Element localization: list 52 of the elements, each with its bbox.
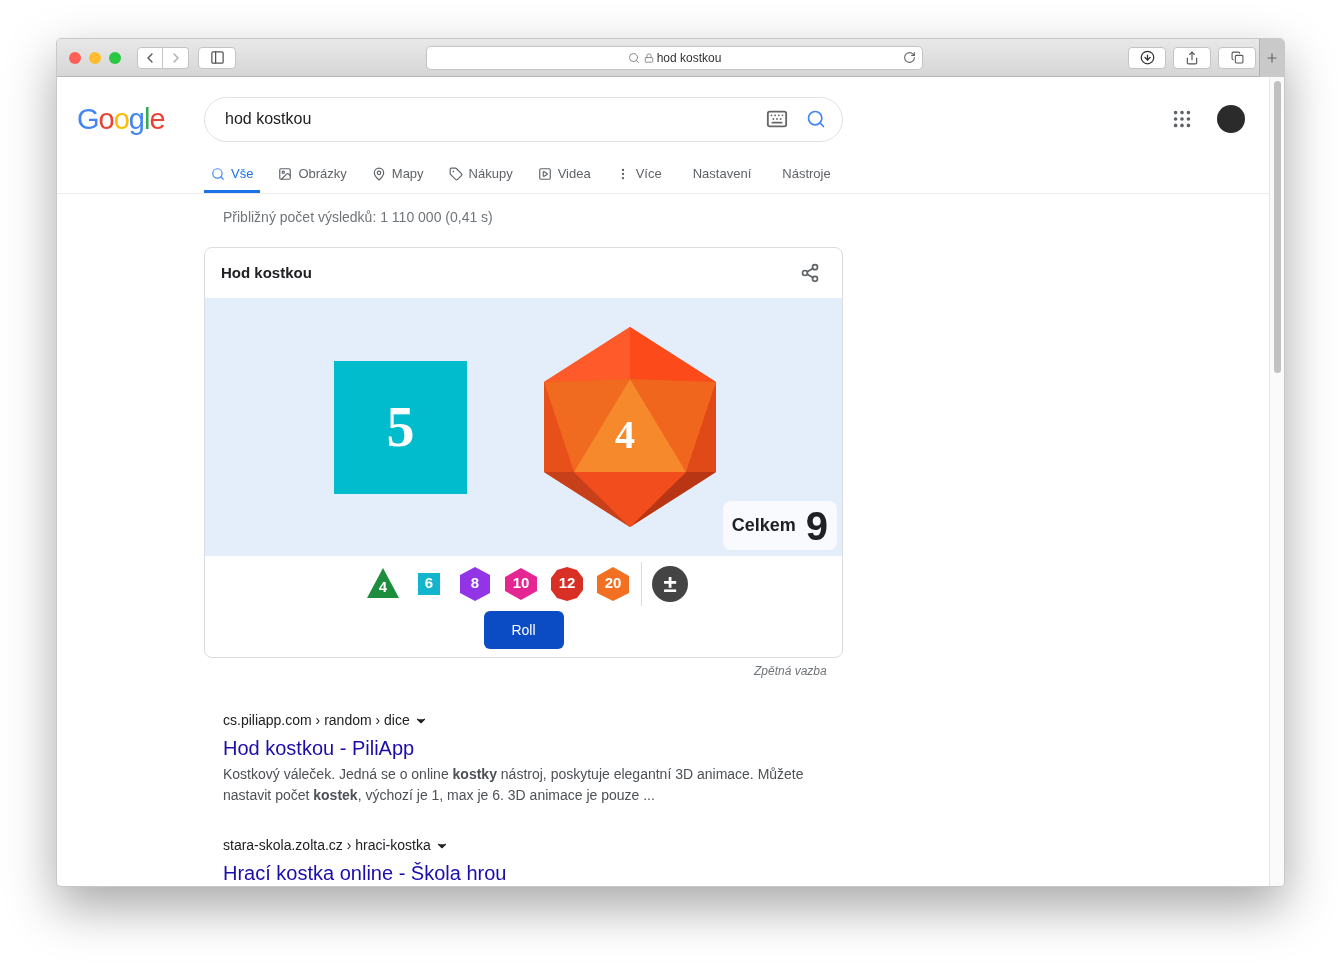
search-icon: [627, 51, 640, 64]
map-pin-icon: [371, 166, 386, 181]
tabs-icon: [1230, 51, 1244, 64]
google-logo[interactable]: Google: [77, 104, 204, 134]
result-url: stara-skola.zolta.cz › hraci-kostka: [223, 836, 431, 855]
address-bar[interactable]: hod kostkou: [426, 45, 923, 70]
search-tab[interactable]: Nastavení: [685, 157, 759, 193]
search-tab[interactable]: Vše: [204, 157, 261, 193]
search-input-text: hod kostkou: [225, 109, 313, 130]
card-title: Hod kostkou: [221, 262, 313, 283]
play-icon: [537, 166, 552, 181]
total-label: Celkem: [731, 514, 796, 537]
search-tab[interactable]: Mapy: [364, 157, 431, 193]
image-icon: [278, 166, 293, 181]
search-tab[interactable]: Videa: [530, 157, 598, 193]
plus-icon: [1265, 50, 1279, 65]
die-type-button[interactable]: 8: [457, 565, 493, 602]
sidebar-icon: [209, 50, 225, 65]
search-tab[interactable]: Více: [608, 157, 669, 193]
die-type-button[interactable]: ±: [652, 565, 688, 602]
share-icon: [1185, 50, 1199, 65]
close-window-icon[interactable]: [69, 51, 81, 64]
download-button[interactable]: [1128, 46, 1166, 69]
result-url: cs.piliapp.com › random › dice: [223, 711, 410, 730]
result-title-link[interactable]: Hrací kostka online - Škola hrou: [223, 860, 1269, 886]
tabs-button[interactable]: [1218, 46, 1256, 69]
reload-icon[interactable]: [903, 51, 916, 64]
search-icon[interactable]: [806, 109, 826, 130]
die-value: 4: [615, 415, 635, 455]
tag-icon: [448, 166, 463, 181]
total-value: 9: [805, 505, 828, 546]
roll-button[interactable]: Roll: [483, 611, 564, 649]
search-icon: [211, 166, 225, 181]
result-title-link[interactable]: Hod kostkou - PiliApp: [223, 735, 1269, 761]
download-icon: [1139, 50, 1155, 65]
result-stats: Přibližný počet výsledků: 1 110 000 (0,41 s): [222, 208, 494, 227]
lock-icon: [643, 52, 654, 63]
die-type-button[interactable]: 4: [365, 565, 401, 602]
search-tab[interactable]: Nákupy: [441, 157, 520, 193]
die-type-button[interactable]: 12: [549, 565, 585, 602]
search-tab[interactable]: Nástroje: [775, 157, 838, 193]
result-snippet: Kostkový váleček. Jedná se o online kostky nástroj, poskytuje elegantní 3D animace. Můžete nastavit počet kostek, výchozí je 1, max je 6. 3D animace je pouze ...: [223, 765, 805, 805]
share-icon[interactable]: [800, 263, 820, 283]
die-value: 5: [386, 395, 415, 460]
avatar[interactable]: [1217, 105, 1245, 134]
feedback-link[interactable]: Zpětná vazba: [754, 662, 827, 680]
search-tab[interactable]: Obrázky: [271, 157, 354, 193]
address-text: hod kostkou: [656, 49, 722, 67]
share-button[interactable]: [1173, 46, 1211, 69]
die-type-button[interactable]: 10: [503, 565, 539, 602]
sidebar-button[interactable]: [198, 46, 236, 69]
scrollbar[interactable]: [1269, 77, 1284, 886]
